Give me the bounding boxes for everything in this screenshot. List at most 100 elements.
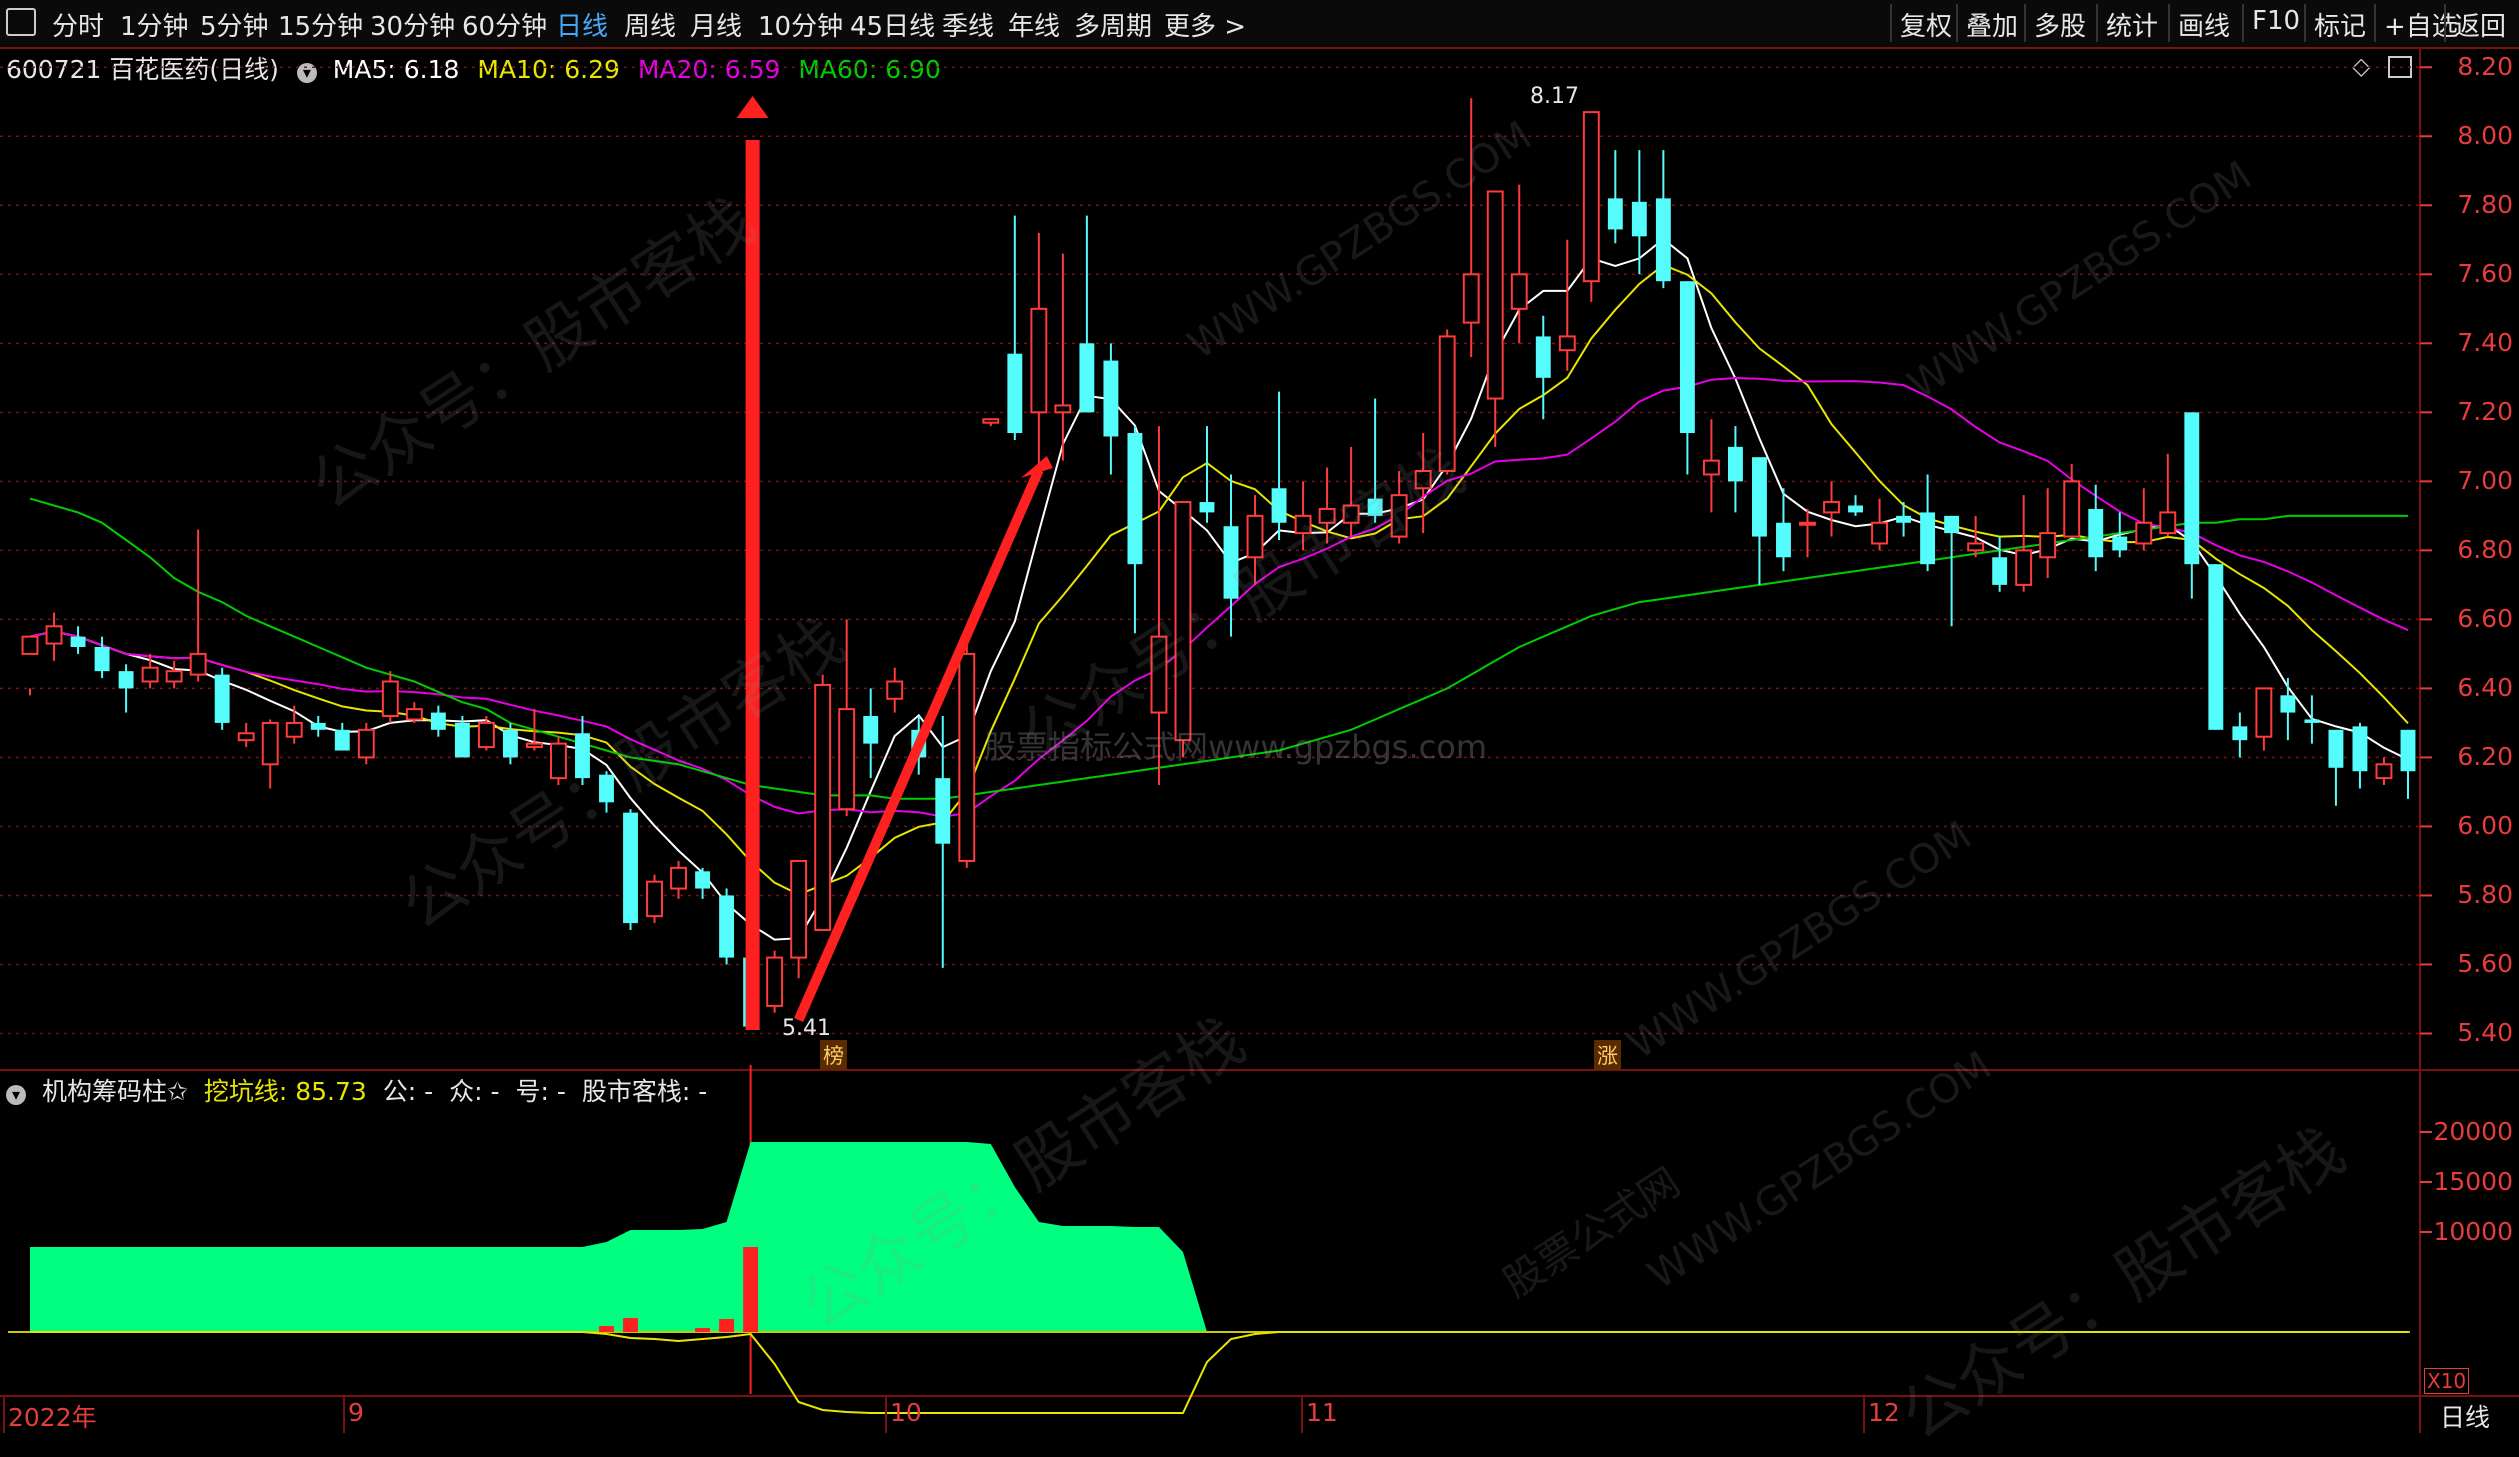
toolbar-button-6[interactable]: 标记 (2314, 6, 2366, 43)
indicator-tick-label: 20000 (2433, 1117, 2513, 1146)
candle-body (2400, 729, 2416, 772)
candle-body (838, 708, 856, 811)
candle-body (1655, 198, 1671, 282)
tab-5[interactable]: 60分钟 (462, 6, 547, 43)
candle-body (2352, 726, 2368, 772)
candle-body (430, 712, 446, 730)
date-tick-label: 11 (1306, 1398, 1338, 1427)
toolbar-button-4[interactable]: 画线 (2178, 6, 2230, 43)
toolbar-button-2[interactable]: 多股 (2034, 6, 2086, 43)
candle-body (2328, 729, 2344, 768)
candle-body (1702, 459, 1720, 476)
tab-2[interactable]: 5分钟 (200, 6, 269, 43)
tab-6[interactable]: 日线 (556, 6, 608, 43)
candle-body (405, 708, 423, 721)
candle-body (1920, 512, 1936, 565)
ma10-value: MA10: 6.29 (477, 55, 620, 84)
candle-body (1871, 521, 1888, 545)
tab-12[interactable]: 年线 (1008, 6, 1060, 43)
candle-body (2208, 564, 2224, 730)
period-toolbar: 分时 1分钟 5分钟 15分钟 30分钟 60分钟 日线 周线 月线 10分钟 45日线 季线 年线 多周… (0, 0, 2519, 49)
watermark-text: 公众号：股市客栈 (788, 1003, 1258, 1345)
toolbar-separator (2024, 4, 2026, 42)
candle-body (70, 636, 86, 647)
candle-body (285, 721, 303, 738)
candle-body (1030, 307, 1048, 414)
candle-body (743, 957, 759, 1027)
candle-body (982, 418, 1000, 424)
price-tick-label: 7.40 (2457, 328, 2513, 358)
price-tick-label: 5.60 (2457, 949, 2513, 979)
zoom-factor-label: X10 (2424, 1368, 2470, 1394)
candle-body (2304, 719, 2320, 723)
ma5-value: MA5: 6.18 (332, 55, 460, 84)
candle-body (1848, 505, 1863, 513)
candle-body (935, 778, 951, 844)
toolbar-separator (1890, 4, 1892, 42)
candle-body (1510, 273, 1528, 310)
price-tick-label: 7.80 (2457, 190, 2513, 220)
tab-8[interactable]: 月线 (690, 6, 742, 43)
tab-7[interactable]: 周线 (624, 6, 676, 43)
diamond-icon[interactable]: ◇ (2352, 52, 2370, 80)
candle-body (477, 721, 495, 749)
window-menu-icon[interactable] (6, 8, 36, 36)
toolbar-separator (2168, 4, 2170, 42)
toolbar-button-5[interactable]: F10 (2252, 6, 2300, 36)
candle-body (2232, 726, 2248, 741)
candle-body (21, 635, 39, 655)
toolbar-button-1[interactable]: 叠加 (1966, 6, 2018, 43)
candle-body (1199, 502, 1215, 513)
stock-title: 600721 百花医药(日线) (6, 55, 279, 84)
tab-3[interactable]: 15分钟 (278, 6, 363, 43)
candle-body (670, 866, 687, 890)
tab-13[interactable]: 多周期 (1074, 6, 1152, 43)
bang-badge[interactable]: 榜 (820, 1040, 847, 1070)
red-bar (719, 1319, 735, 1332)
tab-10[interactable]: 45日线 (850, 6, 935, 43)
candle-body (719, 895, 735, 958)
toolbar-separator (1956, 4, 1958, 42)
panel-toggle-icon[interactable] (2388, 56, 2412, 78)
candle-body (1462, 273, 1480, 324)
toolbar-button-8[interactable]: 返回 (2454, 6, 2506, 43)
candle-body (623, 812, 638, 924)
candle-body (94, 646, 110, 672)
candle-body (958, 652, 976, 862)
candle-body (2063, 480, 2081, 538)
candle-body (2039, 532, 2057, 559)
tab-11[interactable]: 季线 (942, 6, 994, 43)
toolbar-button-7[interactable]: +自选 (2384, 6, 2458, 43)
collapse-icon[interactable]: ▾ (296, 63, 317, 83)
indicator-collapse-icon[interactable]: ▾ (6, 1085, 26, 1105)
candle-body (1054, 404, 1072, 414)
candle-body (454, 722, 470, 758)
date-tick-label: 2022年 (8, 1403, 97, 1432)
watermark-url: WWW.GPZBGS.COM (1640, 1042, 2000, 1299)
toolbar-button-0[interactable]: 复权 (1900, 6, 1952, 43)
candle-body (45, 625, 63, 645)
zhang-badge[interactable]: 涨 (1594, 1040, 1621, 1070)
watermark-url: WWW.GPZBGS.COM (1180, 112, 1540, 369)
candle-body (2159, 511, 2177, 535)
toolbar-button-3[interactable]: 统计 (2106, 6, 2158, 43)
tab-4[interactable]: 30分钟 (370, 6, 455, 43)
price-tick-label: 6.20 (2457, 742, 2513, 772)
date-tick-label: 9 (348, 1398, 364, 1427)
low-price-label: 5.41 (782, 1016, 831, 1041)
candle-body (1103, 360, 1119, 437)
price-tick-label: 8.20 (2457, 52, 2513, 82)
tab-0[interactable]: 分时 (52, 6, 104, 43)
watermark-site: 股票指标公式网www.gpzbgs.com (984, 728, 1487, 766)
candle-body (1967, 542, 1985, 552)
tab-1[interactable]: 1分钟 (120, 6, 189, 43)
tab-9[interactable]: 10分钟 (758, 6, 843, 43)
candle-body (2280, 695, 2296, 713)
high-price-label: 8.17 (1530, 84, 1579, 109)
candle-body (2015, 549, 2033, 586)
period-label: 日线 (2440, 1403, 2491, 1432)
candle-body (118, 671, 134, 689)
tab-14[interactable]: 更多 > (1164, 6, 1246, 43)
toolbar-separator (2242, 4, 2244, 42)
candle-body (886, 680, 904, 700)
